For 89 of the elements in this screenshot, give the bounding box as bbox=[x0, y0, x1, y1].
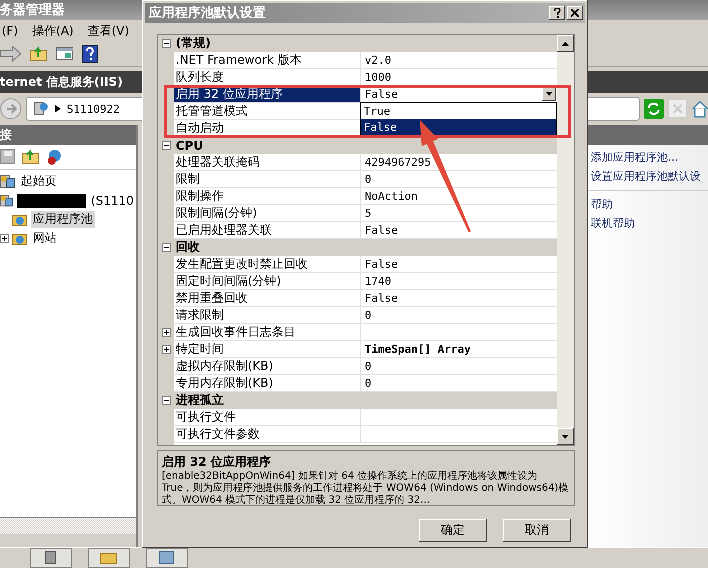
property-value[interactable]: NoAction bbox=[365, 190, 418, 202]
expand-icon[interactable] bbox=[162, 345, 170, 354]
forward-arrow-icon[interactable] bbox=[0, 46, 22, 62]
description-text: [enable32BitAppOnWin64] 如果针对 64 位操作系统上的应用程序池将该属性设为 True，则为应用程序池提供服务的工作进程将处于 WOW64 (Windows on Windows64)模式。WOW64 模式下的进程是仅加载 32 位应用程序的 32... bbox=[162, 471, 570, 507]
property-name[interactable]: 禁用重叠回收 bbox=[174, 290, 361, 307]
horizontal-scrollbar[interactable] bbox=[0, 517, 136, 534]
server-icon bbox=[44, 551, 58, 565]
property-name[interactable]: 队列长度 bbox=[174, 69, 361, 86]
expand-icon[interactable] bbox=[0, 234, 9, 243]
action-link[interactable]: 添加应用程序池... bbox=[591, 150, 708, 165]
property-name[interactable]: .NET Framework 版本 bbox=[174, 52, 361, 69]
collapse-icon[interactable] bbox=[162, 141, 170, 150]
refresh-icon[interactable] bbox=[644, 99, 664, 119]
property-name[interactable]: 限制间隔(分钟) bbox=[174, 205, 361, 222]
dropdown-option[interactable]: False bbox=[361, 119, 556, 135]
dialog-title: 应用程序池默认设置 bbox=[149, 4, 266, 22]
expand-icon[interactable] bbox=[162, 328, 170, 337]
collapse-icon[interactable] bbox=[162, 243, 170, 252]
help-button[interactable] bbox=[549, 6, 565, 20]
property-name[interactable]: 可执行文件 bbox=[174, 409, 361, 426]
property-name[interactable]: 处理器关联掩码 bbox=[174, 154, 361, 171]
category-header[interactable]: CPU bbox=[174, 137, 557, 154]
tree-item[interactable]: (S1110 bbox=[89, 194, 136, 208]
property-value[interactable]: 0 bbox=[365, 376, 372, 390]
category-header[interactable]: (常规) bbox=[174, 35, 557, 52]
breadcrumb-arrow-icon bbox=[55, 105, 61, 113]
scroll-down-button[interactable] bbox=[557, 428, 574, 445]
category-header[interactable]: 进程孤立 bbox=[174, 392, 557, 409]
property-name[interactable]: 限制操作 bbox=[174, 188, 361, 205]
panel-title: 接 bbox=[0, 125, 136, 145]
panel-view-icon[interactable] bbox=[56, 46, 74, 62]
property-value[interactable]: False bbox=[365, 258, 398, 270]
scroll-up-button[interactable] bbox=[557, 35, 574, 52]
property-value[interactable]: False bbox=[365, 292, 398, 304]
dropdown-option[interactable]: True bbox=[361, 103, 556, 119]
tree-item[interactable]: 应用程序池 bbox=[31, 211, 95, 228]
property-value[interactable]: v2.0 bbox=[365, 54, 392, 66]
description-title: 启用 32 位应用程序 bbox=[162, 454, 272, 471]
taskbar-button[interactable] bbox=[146, 548, 188, 568]
property-name[interactable]: 特定时间 bbox=[174, 341, 361, 358]
vertical-scrollbar[interactable] bbox=[557, 35, 574, 445]
menu-item[interactable]: (F) bbox=[2, 24, 18, 38]
property-value[interactable]: 0 bbox=[365, 172, 372, 186]
taskbar-button[interactable] bbox=[30, 548, 72, 568]
scroll-up-icon bbox=[562, 42, 569, 46]
category-header[interactable]: 回收 bbox=[174, 239, 557, 256]
server-icon bbox=[0, 192, 14, 208]
property-name[interactable]: 可执行文件参数 bbox=[174, 426, 361, 443]
property-name[interactable]: 自动启动 bbox=[174, 120, 361, 137]
tree-item[interactable]: 起始页 bbox=[19, 173, 59, 190]
collapse-icon[interactable] bbox=[162, 39, 170, 48]
property-name[interactable]: 托管管道模式 bbox=[174, 103, 361, 120]
property-name[interactable]: 生成回收事件日志条目 bbox=[174, 324, 361, 341]
property-name[interactable]: 限制 bbox=[174, 171, 361, 188]
dialog-button[interactable]: 确定 bbox=[419, 519, 487, 542]
action-link[interactable]: 设置应用程序池默认设 bbox=[591, 169, 708, 184]
property-value[interactable]: TimeSpan[] Array bbox=[365, 342, 471, 356]
property-value[interactable]: 0 bbox=[365, 308, 372, 322]
property-name[interactable]: 请求限制 bbox=[174, 307, 361, 324]
dialog-button[interactable]: 取消 bbox=[503, 519, 571, 542]
action-link[interactable]: 联机帮助 bbox=[591, 216, 708, 231]
property-value[interactable]: False bbox=[365, 224, 398, 236]
menu-item[interactable]: 操作(A) bbox=[32, 22, 74, 40]
property-value[interactable]: 4294967295 bbox=[365, 156, 432, 168]
taskbar-button[interactable] bbox=[88, 548, 130, 568]
property-name[interactable]: 虚拟内存限制(KB) bbox=[174, 358, 361, 375]
property-value[interactable]: 5 bbox=[365, 206, 372, 220]
server-icon bbox=[33, 101, 49, 117]
close-button[interactable] bbox=[567, 6, 583, 20]
folder-icon bbox=[100, 551, 118, 565]
collapse-icon[interactable] bbox=[162, 396, 170, 405]
property-value[interactable]: 1740 bbox=[365, 274, 392, 288]
home-icon[interactable] bbox=[692, 99, 708, 119]
window-icon bbox=[159, 551, 175, 565]
save-icon[interactable] bbox=[0, 149, 16, 165]
property-name[interactable]: 发生配置更改时禁止回收 bbox=[174, 256, 361, 273]
menu-item[interactable]: 查看(V) bbox=[88, 22, 130, 40]
folder-up-icon[interactable] bbox=[22, 149, 40, 165]
scroll-down-icon bbox=[562, 434, 569, 438]
property-value[interactable]: 1000 bbox=[365, 70, 392, 84]
tree-item[interactable]: 网站 bbox=[31, 230, 59, 247]
close-icon bbox=[571, 9, 579, 17]
action-link[interactable]: 帮助 bbox=[591, 197, 708, 212]
property-value[interactable]: 0 bbox=[365, 360, 372, 372]
question-mark-icon bbox=[554, 8, 560, 18]
home-page-icon bbox=[0, 174, 16, 190]
property-name[interactable]: 固定时间间隔(分钟) bbox=[174, 273, 361, 290]
dropdown-button[interactable] bbox=[542, 87, 556, 101]
help-icon[interactable] bbox=[82, 45, 98, 63]
